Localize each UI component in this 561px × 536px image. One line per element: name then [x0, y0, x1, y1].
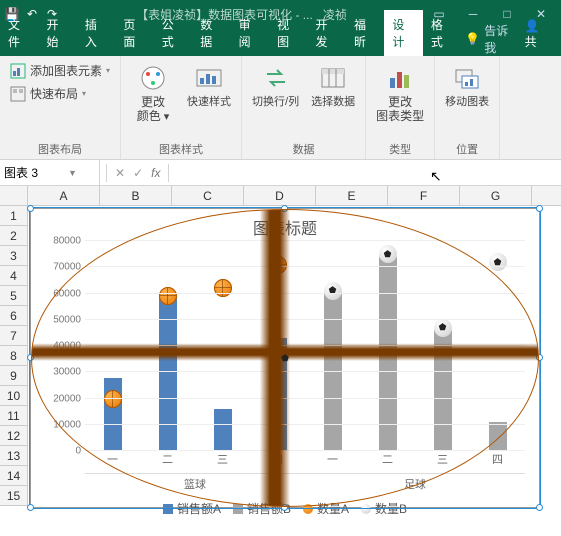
row-header[interactable]: 5	[0, 286, 28, 306]
row-header[interactable]: 11	[0, 406, 28, 426]
col-header[interactable]: D	[244, 186, 316, 205]
tab-审阅[interactable]: 审阅	[231, 10, 269, 56]
row-header[interactable]: 4	[0, 266, 28, 286]
group-data: 切换行/列 选择数据 数据	[242, 56, 366, 159]
row-headers: 123456789101112131415	[0, 206, 28, 506]
share-button[interactable]: 👤 共	[517, 13, 561, 56]
change-colors-button[interactable]: 更改颜色 ▾	[129, 60, 177, 126]
add-chart-element-button[interactable]: 添加图表元素▾	[8, 60, 112, 81]
tab-文件[interactable]: 文件	[0, 10, 38, 56]
tab-开发[interactable]: 开发	[308, 10, 346, 56]
column-headers: ABCDEFG	[0, 186, 561, 206]
select-data-button[interactable]: 选择数据	[309, 60, 357, 111]
tab-视图[interactable]: 视图	[269, 10, 307, 56]
palette-icon	[137, 62, 169, 94]
legend-item[interactable]: 数量B	[361, 500, 407, 517]
row-header[interactable]: 7	[0, 326, 28, 346]
tab-格式[interactable]: 格式	[423, 10, 461, 56]
col-header[interactable]: G	[460, 186, 532, 205]
cancel-formula-icon[interactable]: ✕	[115, 166, 125, 180]
col-header[interactable]: A	[28, 186, 100, 205]
name-box-dropdown-icon[interactable]: ▼	[68, 168, 77, 178]
minimize-icon[interactable]: ─	[457, 4, 489, 24]
switch-icon	[260, 62, 292, 94]
tell-me[interactable]: 💡告诉我	[465, 22, 516, 56]
move-chart-icon	[451, 62, 483, 94]
tab-开始[interactable]: 开始	[38, 10, 76, 56]
tab-福昕[interactable]: 福昕	[346, 10, 384, 56]
formula-input[interactable]	[177, 166, 555, 180]
row-header[interactable]: 3	[0, 246, 28, 266]
add-element-icon	[10, 63, 26, 79]
col-header[interactable]: F	[388, 186, 460, 205]
fx-icon[interactable]: fx	[151, 166, 160, 180]
col-header[interactable]: C	[172, 186, 244, 205]
tab-公式[interactable]: 公式	[154, 10, 192, 56]
select-all-corner[interactable]	[0, 186, 28, 205]
switch-row-col-button[interactable]: 切换行/列	[250, 60, 301, 111]
row-header[interactable]: 14	[0, 466, 28, 486]
row-header[interactable]: 2	[0, 226, 28, 246]
group-chart-layout: 添加图表元素▾ 快速布局▾ 图表布局	[0, 56, 121, 159]
formula-bar-row: ▼ ✕ ✓ fx	[0, 160, 561, 186]
tab-页面[interactable]: 页面	[115, 10, 153, 56]
name-box[interactable]: ▼	[0, 160, 100, 185]
row-header[interactable]: 9	[0, 366, 28, 386]
worksheet[interactable]: ABCDEFG 123456789101112131415 图表标题 01000…	[0, 186, 561, 536]
row-header[interactable]: 10	[0, 386, 28, 406]
bulb-icon: 💡	[465, 32, 480, 46]
name-box-input[interactable]	[4, 166, 64, 180]
group-type: 更改图表类型 类型	[366, 56, 435, 159]
col-header[interactable]: B	[100, 186, 172, 205]
move-chart-button[interactable]: 移动图表	[443, 60, 491, 111]
row-header[interactable]: 8	[0, 346, 28, 366]
ribbon-tabs: 文件开始插入页面公式数据审阅视图开发福昕设计格式💡告诉我👤 共	[0, 28, 561, 56]
tab-设计[interactable]: 设计	[384, 10, 422, 56]
change-chart-type-button[interactable]: 更改图表类型	[374, 60, 426, 126]
quick-layout-button[interactable]: 快速布局▾	[8, 83, 112, 104]
row-header[interactable]: 12	[0, 426, 28, 446]
tab-插入[interactable]: 插入	[77, 10, 115, 56]
row-header[interactable]: 13	[0, 446, 28, 466]
select-data-icon	[317, 62, 349, 94]
tab-数据[interactable]: 数据	[192, 10, 230, 56]
row-header[interactable]: 6	[0, 306, 28, 326]
embedded-chart[interactable]: 图表标题 01000020000300004000050000600007000…	[30, 208, 540, 508]
row-header[interactable]: 15	[0, 486, 28, 506]
col-header[interactable]: E	[316, 186, 388, 205]
enter-formula-icon[interactable]: ✓	[133, 166, 143, 180]
row-header[interactable]: 1	[0, 206, 28, 226]
group-location: 移动图表 位置	[435, 56, 500, 159]
chart-type-icon	[384, 62, 416, 94]
ribbon: 添加图表元素▾ 快速布局▾ 图表布局 更改颜色 ▾ 快速样式 图表样式	[0, 56, 561, 160]
quick-styles-button[interactable]: 快速样式	[185, 60, 233, 111]
quick-layout-icon	[10, 86, 26, 102]
group-chart-styles: 更改颜色 ▾ 快速样式 图表样式	[121, 56, 242, 159]
styles-icon	[193, 62, 225, 94]
